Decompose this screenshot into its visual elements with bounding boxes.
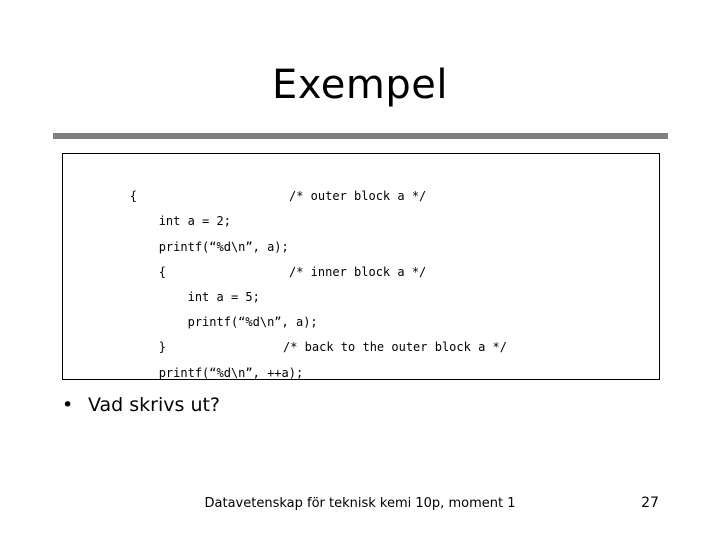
code-line: printf(“%d\n”, a); — [72, 285, 659, 329]
code-line: { — [72, 159, 659, 203]
code-line: int a = 5; /* inner block a */ — [72, 260, 659, 304]
code-line-list: { int a = 2; /* outer block a */ printf(… — [63, 154, 659, 380]
code-line: } — [72, 361, 659, 380]
code-comment: /* back to the outer block a */ — [283, 340, 507, 355]
bullet-item: • Vad skrivs ut? — [62, 393, 562, 417]
slide: Exempel { int a = 2; /* outer block a */… — [0, 0, 720, 540]
code-line: int a = 2; /* outer block a */ — [72, 184, 659, 228]
code-comment: /* outer block a */ — [289, 189, 427, 204]
code-line: } — [72, 310, 659, 354]
title-divider — [53, 133, 668, 139]
code-line: { — [72, 235, 659, 279]
bullet-label: Vad skrivs ut? — [88, 394, 221, 416]
code-line: printf(“%d\n”, a); — [72, 209, 659, 254]
page-number: 27 — [641, 495, 659, 511]
code-line: printf(“%d\n”, ++a); /* back to the oute… — [72, 335, 659, 379]
bullet-marker-icon: • — [62, 394, 74, 416]
footer-text: Datavetenskap för teknisk kemi 10p, mome… — [204, 496, 516, 511]
code-block: { int a = 2; /* outer block a */ printf(… — [62, 153, 660, 380]
code-comment: /* inner block a */ — [289, 264, 427, 279]
page-title: Exempel — [272, 62, 448, 108]
